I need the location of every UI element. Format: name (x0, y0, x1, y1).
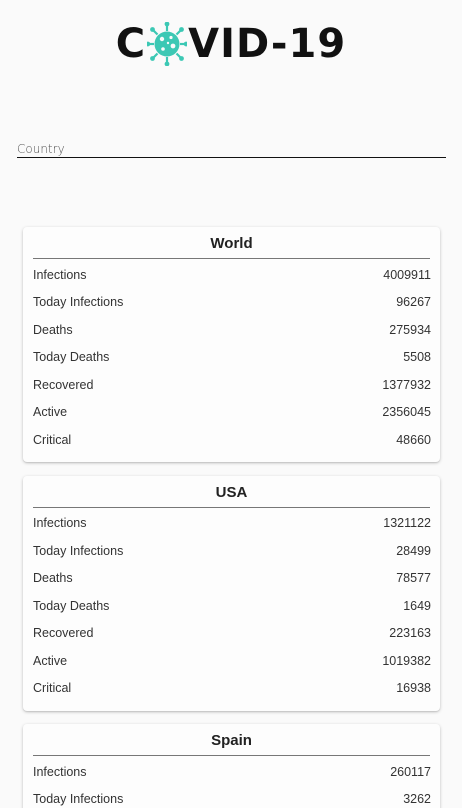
stat-row-infections: Infections 4009911 (33, 265, 431, 285)
stat-row-deaths: Deaths 275934 (33, 320, 431, 340)
stats-card-usa: USA Infections 1321122 Today Infections … (23, 476, 440, 711)
stat-label: Today Infections (33, 544, 124, 558)
virus-icon (147, 22, 188, 66)
stat-row-active: Active 2356045 (33, 402, 431, 422)
stat-row-today-deaths: Today Deaths 5508 (33, 347, 431, 367)
stat-value: 78577 (396, 571, 431, 585)
logo-text: C VID-19 (116, 22, 346, 66)
stat-row-infections: Infections 1321122 (33, 513, 431, 533)
card-title: USA (33, 484, 430, 508)
stats-card-world: World Infections 4009911 Today Infection… (23, 227, 440, 462)
stat-row-today-infections: Today Infections 96267 (33, 292, 431, 312)
stat-label: Deaths (33, 323, 73, 337)
stat-row-infections: Infections 260117 (33, 762, 431, 782)
stat-label: Recovered (33, 378, 94, 392)
stat-value: 260117 (390, 765, 431, 779)
stat-row-active: Active 1019382 (33, 651, 431, 671)
stat-value: 1019382 (382, 654, 431, 668)
stat-label: Deaths (33, 571, 73, 585)
stat-label: Critical (33, 433, 72, 447)
stat-row-recovered: Recovered 1377932 (33, 375, 431, 395)
stat-value: 1321122 (383, 516, 431, 530)
stat-value: 96267 (396, 295, 431, 309)
stat-label: Infections (33, 516, 87, 530)
stat-row-recovered: Recovered 223163 (33, 623, 431, 643)
stat-row-today-infections: Today Infections 28499 (33, 541, 431, 561)
stat-value: 2356045 (382, 405, 431, 419)
stat-value: 16938 (396, 681, 431, 695)
stat-value: 223163 (389, 626, 431, 640)
stat-value: 3262 (403, 792, 431, 806)
stat-value: 4009911 (383, 268, 431, 282)
stat-row-critical: Critical 48660 (33, 430, 431, 450)
card-title: Spain (33, 732, 430, 756)
stat-label: Infections (33, 268, 87, 282)
country-search-field[interactable] (17, 136, 446, 158)
stat-label: Recovered (33, 626, 94, 640)
card-title: World (33, 235, 430, 259)
stat-label: Active (33, 405, 68, 419)
stat-label: Today Deaths (33, 350, 110, 364)
stat-value: 275934 (389, 323, 431, 337)
covid-logo: C VID-19 (0, 20, 462, 68)
logo-text-rest: VID-19 (188, 21, 347, 67)
stat-label: Today Infections (33, 792, 124, 806)
stat-row-today-infections: Today Infections 3262 (33, 789, 431, 808)
stat-value: 5508 (403, 350, 431, 364)
stat-label: Today Deaths (33, 599, 110, 613)
stat-row-critical: Critical 16938 (33, 678, 431, 698)
country-search-input[interactable] (17, 136, 446, 157)
stat-label: Critical (33, 681, 72, 695)
logo-letter-c: C (115, 21, 147, 67)
stat-value: 1649 (403, 599, 431, 613)
stat-label: Infections (33, 765, 87, 779)
page: C VID-19 Country World Infections 400991… (0, 0, 462, 808)
stat-value: 28499 (396, 544, 431, 558)
stat-value: 48660 (396, 433, 431, 447)
stat-row-deaths: Deaths 78577 (33, 568, 431, 588)
stats-card-spain: Spain Infections 260117 Today Infections… (23, 724, 440, 808)
stat-label: Active (33, 654, 68, 668)
stat-label: Today Infections (33, 295, 124, 309)
stat-row-today-deaths: Today Deaths 1649 (33, 596, 431, 616)
stat-value: 1377932 (382, 378, 431, 392)
